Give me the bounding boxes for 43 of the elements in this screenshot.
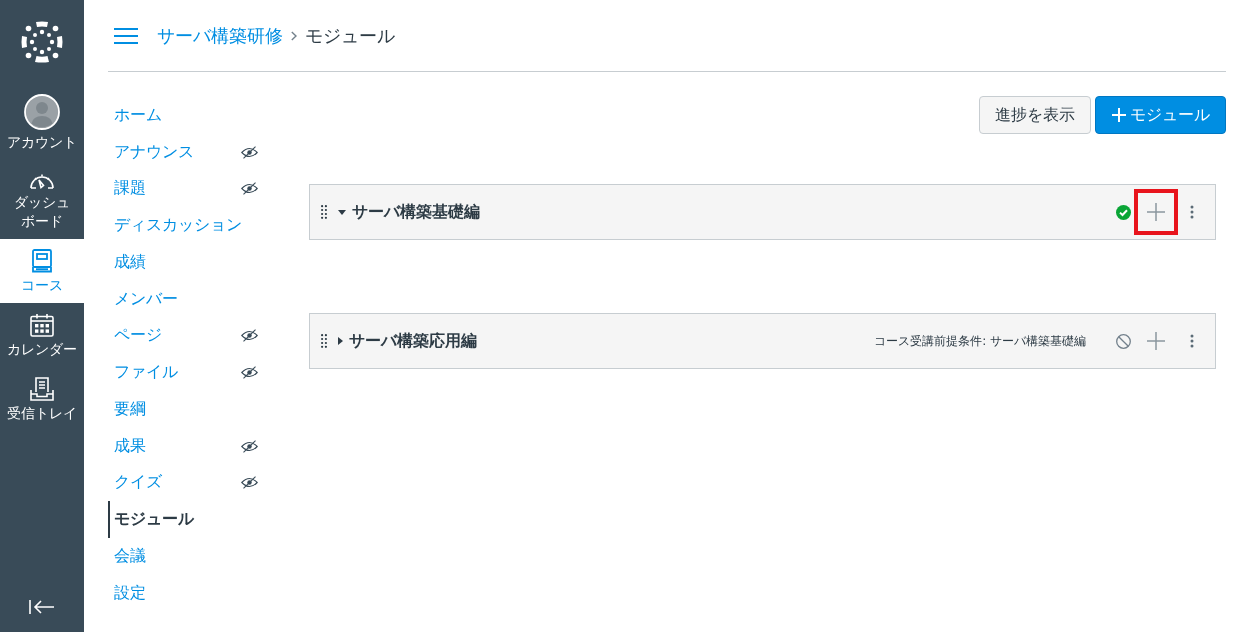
- course-nav-link[interactable]: クイズ: [108, 464, 262, 502]
- course-nav-link[interactable]: 要綱: [108, 391, 262, 428]
- module-title: サーバ構築基礎編: [352, 201, 481, 223]
- inbox-icon: [30, 377, 54, 401]
- module-title: サーバ構築応用編: [349, 330, 478, 352]
- breadcrumb-current: モジュール: [305, 23, 395, 48]
- prerequisite-text: コース受講前提条件: サーバ構築基礎編: [874, 332, 1086, 350]
- global-nav-item[interactable]: コース: [0, 239, 84, 303]
- logo-icon[interactable]: [21, 21, 63, 63]
- global-nav-item[interactable]: ダッシュボード: [0, 160, 84, 239]
- view-progress-button[interactable]: 進捗を表示: [979, 96, 1091, 134]
- course-nav-link[interactable]: アナウンス: [108, 133, 262, 171]
- course-nav-link[interactable]: 課題: [108, 170, 262, 208]
- course-nav-link[interactable]: メンバー: [108, 280, 262, 318]
- course-nav-link[interactable]: ファイル: [108, 354, 262, 391]
- course-nav-link[interactable]: 成果: [108, 427, 262, 465]
- course-nav-link[interactable]: モジュール: [108, 501, 262, 538]
- course-nav-link[interactable]: ディスカッション: [108, 207, 262, 244]
- breadcrumb-link[interactable]: サーバ構築研修: [157, 23, 283, 48]
- course-nav-link[interactable]: ホーム: [108, 97, 262, 134]
- course-nav-link[interactable]: 成績: [108, 244, 262, 281]
- drag-handle-icon[interactable]: [321, 334, 327, 348]
- calendar-icon: [30, 313, 54, 337]
- plus-icon: [1112, 108, 1126, 122]
- collapse-icon: [29, 600, 55, 614]
- menu-icon[interactable]: [114, 27, 138, 44]
- course-nav-link[interactable]: ページ: [108, 317, 262, 355]
- add-module-button[interactable]: モジュール: [1095, 96, 1226, 134]
- global-nav-item[interactable]: アカウント: [0, 84, 84, 160]
- plus-icon: [1147, 203, 1165, 221]
- course-nav-link[interactable]: 会議: [108, 538, 262, 575]
- plus-icon: [1147, 332, 1165, 350]
- drag-handle-icon[interactable]: [321, 205, 327, 219]
- global-nav-item[interactable]: 受信トレイ: [0, 367, 84, 431]
- book-icon: [31, 249, 53, 273]
- global-nav-item[interactable]: カレンダー: [0, 303, 84, 367]
- avatar-icon: [24, 94, 60, 130]
- course-nav-link[interactable]: 設定: [108, 574, 262, 612]
- kebab-menu-icon: [1190, 334, 1194, 348]
- chevron-right-icon: [291, 30, 297, 41]
- kebab-menu-icon: [1190, 205, 1194, 219]
- caret-right-icon[interactable]: [338, 337, 343, 345]
- caret-down-icon[interactable]: [338, 209, 346, 215]
